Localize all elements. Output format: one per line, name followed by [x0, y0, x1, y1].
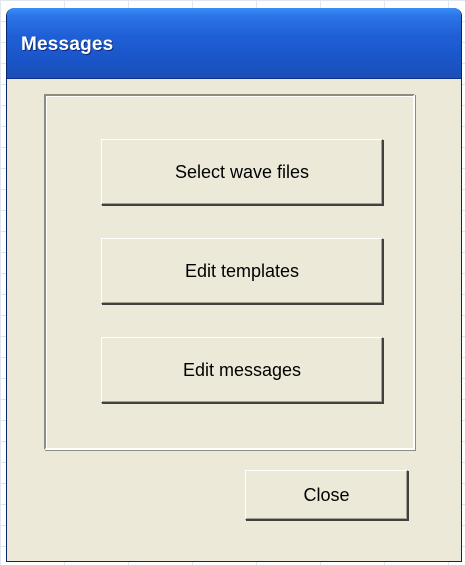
close-button[interactable]: Close — [245, 470, 408, 520]
edit-messages-button[interactable]: Edit messages — [101, 337, 383, 403]
edit-templates-button[interactable]: Edit templates — [101, 238, 383, 304]
title-bar[interactable]: Messages — [7, 8, 461, 79]
select-wave-files-button[interactable]: Select wave files — [101, 139, 383, 205]
window-title: Messages — [21, 34, 114, 55]
